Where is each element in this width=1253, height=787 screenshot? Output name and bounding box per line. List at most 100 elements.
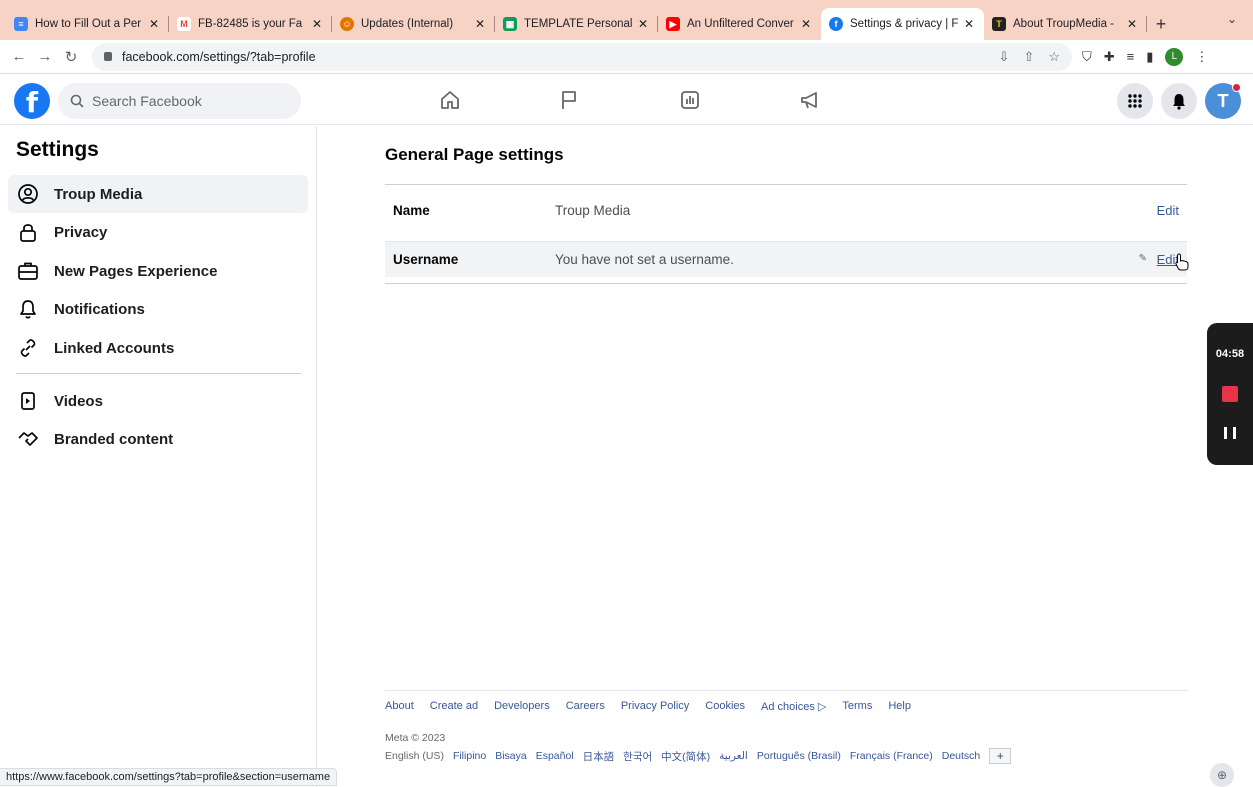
edit-name-link[interactable]: Edit [1157,203,1179,218]
close-icon[interactable]: ✕ [310,17,324,31]
language-link[interactable]: Deutsch [942,750,981,762]
extensions-icon[interactable]: ✚ [1104,49,1115,65]
browser-tab-active[interactable]: f Settings & privacy | F ✕ [821,8,984,40]
star-icon[interactable]: ☆ [1048,49,1060,65]
browser-profile-avatar[interactable]: L [1165,47,1184,66]
browser-tab[interactable]: ☺ Updates (Internal) ✕ [332,8,495,40]
video-icon [16,389,40,413]
tab-title: How to Fill Out a Per [35,18,142,30]
language-link[interactable]: Filipino [453,750,486,762]
setting-value: You have not set a username. [555,252,734,267]
reload-icon[interactable]: ↻ [58,48,84,66]
language-link[interactable]: العربية [719,750,748,762]
close-icon[interactable]: ✕ [636,17,650,31]
close-icon[interactable]: ✕ [1125,17,1139,31]
link-status-bar: https://www.facebook.com/settings?tab=pr… [0,768,338,786]
footer-link-about[interactable]: About [385,700,414,713]
side-panel-icon[interactable]: ▮ [1146,49,1153,65]
close-icon[interactable]: ✕ [799,17,813,31]
notification-dot [1232,83,1241,92]
browser-tab[interactable]: ▶ An Unfiltered Conver ✕ [658,8,821,40]
facebook-icon: f [829,17,843,31]
copyright: Meta © 2023 [385,732,446,744]
sidebar-item-label: Branded content [54,430,174,448]
search-box[interactable] [58,83,301,119]
footer-link-terms[interactable]: Terms [842,700,872,713]
handshake-icon [16,427,40,451]
sidebar-item-privacy[interactable]: Privacy [8,213,308,251]
footer-link-create-ad[interactable]: Create ad [430,700,478,713]
language-link[interactable]: Bisaya [495,750,527,762]
tab-title: Settings & privacy | F [850,18,958,30]
new-tab-button[interactable]: + [1147,8,1175,40]
close-icon[interactable]: ✕ [147,17,161,31]
ad-choices-icon: ▷ [814,701,827,713]
sidebar-item-notifications[interactable]: Notifications [8,290,308,328]
setting-label: Username [393,252,459,267]
insights-icon[interactable] [675,85,705,115]
menu-grid-icon[interactable] [1117,83,1153,119]
install-icon[interactable]: ⇩ [999,49,1010,65]
sidebar-item-videos[interactable]: Videos [8,382,308,420]
language-link[interactable]: Español [536,750,574,762]
stop-recording-button[interactable] [1222,386,1238,402]
browser-tab[interactable]: M FB-82485 is your Fa ✕ [169,8,332,40]
sidebar-item-linked-accounts[interactable]: Linked Accounts [8,329,308,367]
close-icon[interactable]: ✕ [962,17,976,31]
back-icon[interactable]: ← [6,48,32,65]
search-input[interactable] [92,93,272,109]
sidebar-item-new-pages-experience[interactable]: New Pages Experience [8,252,308,290]
globe-icon[interactable]: ⊕ [1210,763,1234,787]
menu-icon[interactable]: ⋮ [1195,49,1208,65]
updates-icon: ☺ [340,17,354,31]
hand-cursor-icon [1175,253,1189,271]
url-text: facebook.com/settings/?tab=profile [122,49,316,64]
address-bar[interactable]: facebook.com/settings/?tab=profile ⇩ ⇧ ☆ [92,42,1072,71]
setting-value: Troup Media [555,202,631,218]
forward-icon[interactable]: → [32,48,58,65]
language-link[interactable]: Português (Brasil) [757,750,841,762]
sidebar-item-troup-media[interactable]: Troup Media [8,175,308,213]
footer-link-developers[interactable]: Developers [494,700,550,713]
sidebar-item-label: Troup Media [54,185,143,203]
lock-icon [104,52,112,61]
browser-tab[interactable]: ▦ TEMPLATE Personal ✕ [495,8,658,40]
reading-list-icon[interactable]: ≡ [1127,49,1135,64]
language-link[interactable]: 한국어 [623,749,652,764]
close-icon[interactable]: ✕ [473,17,487,31]
browser-tab[interactable]: ≡ How to Fill Out a Per ✕ [6,8,169,40]
home-icon[interactable] [435,85,465,115]
language-link[interactable]: Français (France) [850,750,933,762]
browser-tab[interactable]: T About TroupMedia - ✕ [984,8,1147,40]
more-languages-button[interactable]: + [989,748,1012,764]
share-icon[interactable]: ⇧ [1023,49,1034,65]
megaphone-icon[interactable] [795,85,825,115]
notifications-bell-icon[interactable] [1161,83,1197,119]
sidebar-item-branded-content[interactable]: Branded content [8,420,308,458]
troupmedia-icon: T [992,17,1006,31]
language-link[interactable]: 中文(简体) [661,749,710,764]
shield-icon[interactable]: ⛉ [1082,49,1092,65]
gmail-icon: M [177,17,191,31]
setting-row-username[interactable]: Username You have not set a username. ✎ … [385,241,1187,277]
footer-links: About Create ad Developers Careers Priva… [385,700,911,713]
setting-row-name: Name Troup Media Edit [385,185,1187,235]
facebook-logo-icon[interactable]: f [14,83,50,119]
flag-icon[interactable] [554,85,584,115]
briefcase-icon [16,259,40,283]
current-language: English (US) [385,750,444,762]
footer-link-privacy-policy[interactable]: Privacy Policy [621,700,689,713]
language-link[interactable]: 日本語 [583,749,615,764]
setting-label: Name [393,202,430,218]
tab-search-icon[interactable]: ⌄ [1227,12,1237,26]
sheets-icon: ▦ [503,17,517,31]
account-avatar[interactable]: T [1205,83,1241,119]
footer-link-careers[interactable]: Careers [566,700,605,713]
footer-link-cookies[interactable]: Cookies [705,700,745,713]
sidebar-item-label: Videos [54,392,103,410]
recording-timer: 04:58 [1215,348,1245,360]
footer-link-ad-choices[interactable]: Ad choices ▷ [761,700,826,713]
pause-recording-button[interactable] [1224,427,1236,439]
footer-link-help[interactable]: Help [888,700,911,713]
sidebar-item-label: Notifications [54,300,145,318]
